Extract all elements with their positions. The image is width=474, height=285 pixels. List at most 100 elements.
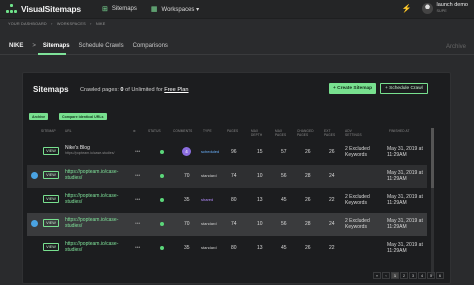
table-row[interactable]: VIEW https://popteam.io/case-studies/ ••… bbox=[27, 189, 427, 212]
max-pages-value: 56 bbox=[281, 221, 287, 227]
tab-comparisons[interactable]: Comparisons bbox=[133, 43, 168, 49]
comments-count[interactable]: 35 bbox=[184, 197, 190, 203]
view-button[interactable]: VIEW bbox=[43, 171, 59, 179]
schedule-crawl-button[interactable]: + Schedule Crawl bbox=[380, 83, 428, 94]
more-options-icon[interactable]: ••• bbox=[135, 173, 140, 179]
row-select-checkbox[interactable] bbox=[31, 220, 38, 227]
page-prev-button[interactable]: ‹ bbox=[382, 272, 390, 279]
status-dot bbox=[160, 198, 164, 202]
finished-at-value: May 31, 2019 at 11:29AM bbox=[387, 242, 423, 254]
view-button[interactable]: VIEW bbox=[43, 195, 59, 203]
max-pages-value: 57 bbox=[281, 149, 287, 155]
page-button-2[interactable]: 2 bbox=[400, 272, 408, 279]
crumb-sep: › bbox=[51, 22, 53, 26]
sitemap-type: scheduled bbox=[201, 149, 220, 154]
view-button[interactable]: VIEW bbox=[43, 219, 59, 227]
more-options-icon[interactable]: ••• bbox=[135, 149, 140, 155]
changed-pages-value: 28 bbox=[305, 221, 311, 227]
crawl-stats: Crawled pages: 0 of Unlimited for Free P… bbox=[80, 87, 189, 93]
page-button-3[interactable]: 3 bbox=[409, 272, 417, 279]
sitemap-url[interactable]: https://popteam.io/case-studies/ bbox=[65, 241, 129, 253]
view-button[interactable]: VIEW bbox=[43, 243, 59, 251]
comments-count[interactable]: 70 bbox=[184, 221, 190, 227]
ext-pages-value: 24 bbox=[329, 173, 335, 179]
nav-sitemaps[interactable]: ⊞ Sitemaps bbox=[102, 5, 137, 13]
create-sitemap-button[interactable]: + Create Sitemap bbox=[329, 83, 377, 94]
tab-archive[interactable]: Archive bbox=[446, 44, 466, 50]
col-max-pages[interactable]: MAX PAGES bbox=[275, 129, 289, 137]
col-type[interactable]: TYPE bbox=[203, 129, 212, 133]
top-bar: VisualSitemaps ⊞ Sitemaps ▦ Workspaces ▾ ⚡… bbox=[0, 0, 474, 19]
tab-brand[interactable]: NIKE bbox=[9, 43, 23, 49]
nav-sitemaps-label: Sitemaps bbox=[111, 6, 137, 12]
compare-urls-button[interactable]: Compare identical URLs bbox=[59, 113, 107, 120]
scrollbar-thumb[interactable] bbox=[431, 128, 434, 188]
col-ext-pages[interactable]: EXT PAGES bbox=[324, 129, 336, 137]
avatar[interactable] bbox=[421, 2, 433, 14]
comments-count[interactable]: 4 bbox=[182, 147, 191, 156]
view-button[interactable]: VIEW bbox=[43, 147, 59, 155]
col-max-depth[interactable]: MAX DEPTH bbox=[251, 129, 265, 137]
row-select-checkbox[interactable] bbox=[31, 172, 38, 179]
sitemap-url[interactable]: https://popteam.io/case-studies/ bbox=[65, 217, 129, 229]
active-tab-indicator bbox=[38, 53, 66, 55]
bolt-icon[interactable]: ⚡ bbox=[402, 4, 412, 13]
max-depth-value: 13 bbox=[257, 197, 263, 203]
table-row[interactable]: VIEW Nike's Blog https://popteam.io/case-… bbox=[27, 141, 427, 164]
sitemap-name[interactable]: Nike's Blog https://popteam.io/case-studi… bbox=[65, 145, 114, 155]
col-changed-pages[interactable]: CHANGED PAGES bbox=[297, 129, 315, 137]
sitemap-url[interactable]: https://popteam.io/case-studies/ bbox=[65, 193, 129, 205]
adv-settings-value: 2 Excluded Keywords bbox=[345, 146, 370, 158]
tab-sitemaps[interactable]: Sitemaps bbox=[43, 43, 70, 49]
table-row[interactable]: VIEW https://popteam.io/case-studies/ ••… bbox=[27, 165, 427, 188]
table-scrollbar[interactable] bbox=[431, 128, 434, 276]
archive-button[interactable]: Archive bbox=[29, 113, 49, 120]
table-row[interactable]: VIEW https://popteam.io/case-studies/ ••… bbox=[27, 213, 427, 236]
crumb-nike[interactable]: NIKE bbox=[96, 22, 106, 26]
comments-count[interactable]: 70 bbox=[184, 173, 190, 179]
page-button-4[interactable]: 4 bbox=[418, 272, 426, 279]
crumb-dashboard[interactable]: YOUR DASHBOARD bbox=[8, 22, 47, 26]
crawled-mid: of Unlimited for bbox=[123, 87, 165, 93]
changed-pages-value: 28 bbox=[305, 173, 311, 179]
more-options-icon[interactable]: ••• bbox=[135, 245, 140, 251]
pages-value: 80 bbox=[231, 245, 237, 251]
col-comments[interactable]: COMMENTS bbox=[173, 129, 192, 133]
changed-pages-value: 26 bbox=[305, 149, 311, 155]
sitemap-url[interactable]: https://popteam.io/case-studies/ bbox=[65, 169, 129, 181]
status-dot bbox=[160, 174, 164, 178]
col-url[interactable]: URL bbox=[65, 129, 72, 133]
crumb-workspaces[interactable]: WORKSPACES bbox=[57, 22, 86, 26]
col-pages[interactable]: PAGES bbox=[227, 129, 238, 133]
col-sitemap[interactable]: SITEMAP bbox=[41, 129, 56, 133]
col-status[interactable]: STATUS bbox=[148, 129, 161, 133]
nav-workspaces[interactable]: ▦ Workspaces ▾ bbox=[151, 5, 199, 13]
finished-at-value: May 31, 2019 at 11:29AM bbox=[387, 218, 423, 230]
page-button-6[interactable]: 6 bbox=[436, 272, 444, 279]
tab-schedule-crawls[interactable]: Schedule Crawls bbox=[79, 43, 124, 49]
max-depth-value: 15 bbox=[257, 149, 263, 155]
sitemap-logo-icon bbox=[6, 4, 17, 14]
table-row[interactable]: VIEW https://popteam.io/case-studies/ ••… bbox=[27, 237, 427, 260]
user-menu[interactable]: launch demo SUPE bbox=[437, 2, 469, 14]
app-logo[interactable]: VisualSitemaps bbox=[6, 4, 98, 14]
col-settings-icon[interactable]: ⚙ bbox=[133, 129, 136, 133]
sitemap-type: shared bbox=[201, 197, 214, 202]
app-name: VisualSitemaps bbox=[21, 4, 81, 14]
finished-at-value: May 31, 2019 at 11:29AM bbox=[387, 146, 423, 158]
max-pages-value: 56 bbox=[281, 173, 287, 179]
page-first-button[interactable]: « bbox=[373, 272, 381, 279]
crawled-prefix: Crawled pages: bbox=[80, 87, 121, 93]
tab-separator: > bbox=[32, 43, 36, 49]
panel-title: Sitemaps bbox=[33, 85, 69, 94]
sitemap-icon: ⊞ bbox=[102, 6, 108, 13]
more-options-icon[interactable]: ••• bbox=[135, 197, 140, 203]
plan-link[interactable]: Free Plan bbox=[164, 87, 188, 93]
page-button-1[interactable]: 1 bbox=[391, 272, 399, 279]
max-pages-value: 45 bbox=[281, 245, 287, 251]
page-button-5[interactable]: 5 bbox=[427, 272, 435, 279]
more-options-icon[interactable]: ••• bbox=[135, 221, 140, 227]
comments-count[interactable]: 35 bbox=[184, 245, 190, 251]
col-finished-at[interactable]: FINISHED AT bbox=[389, 129, 410, 133]
col-adv-settings[interactable]: ADV SETTINGS bbox=[345, 129, 365, 137]
